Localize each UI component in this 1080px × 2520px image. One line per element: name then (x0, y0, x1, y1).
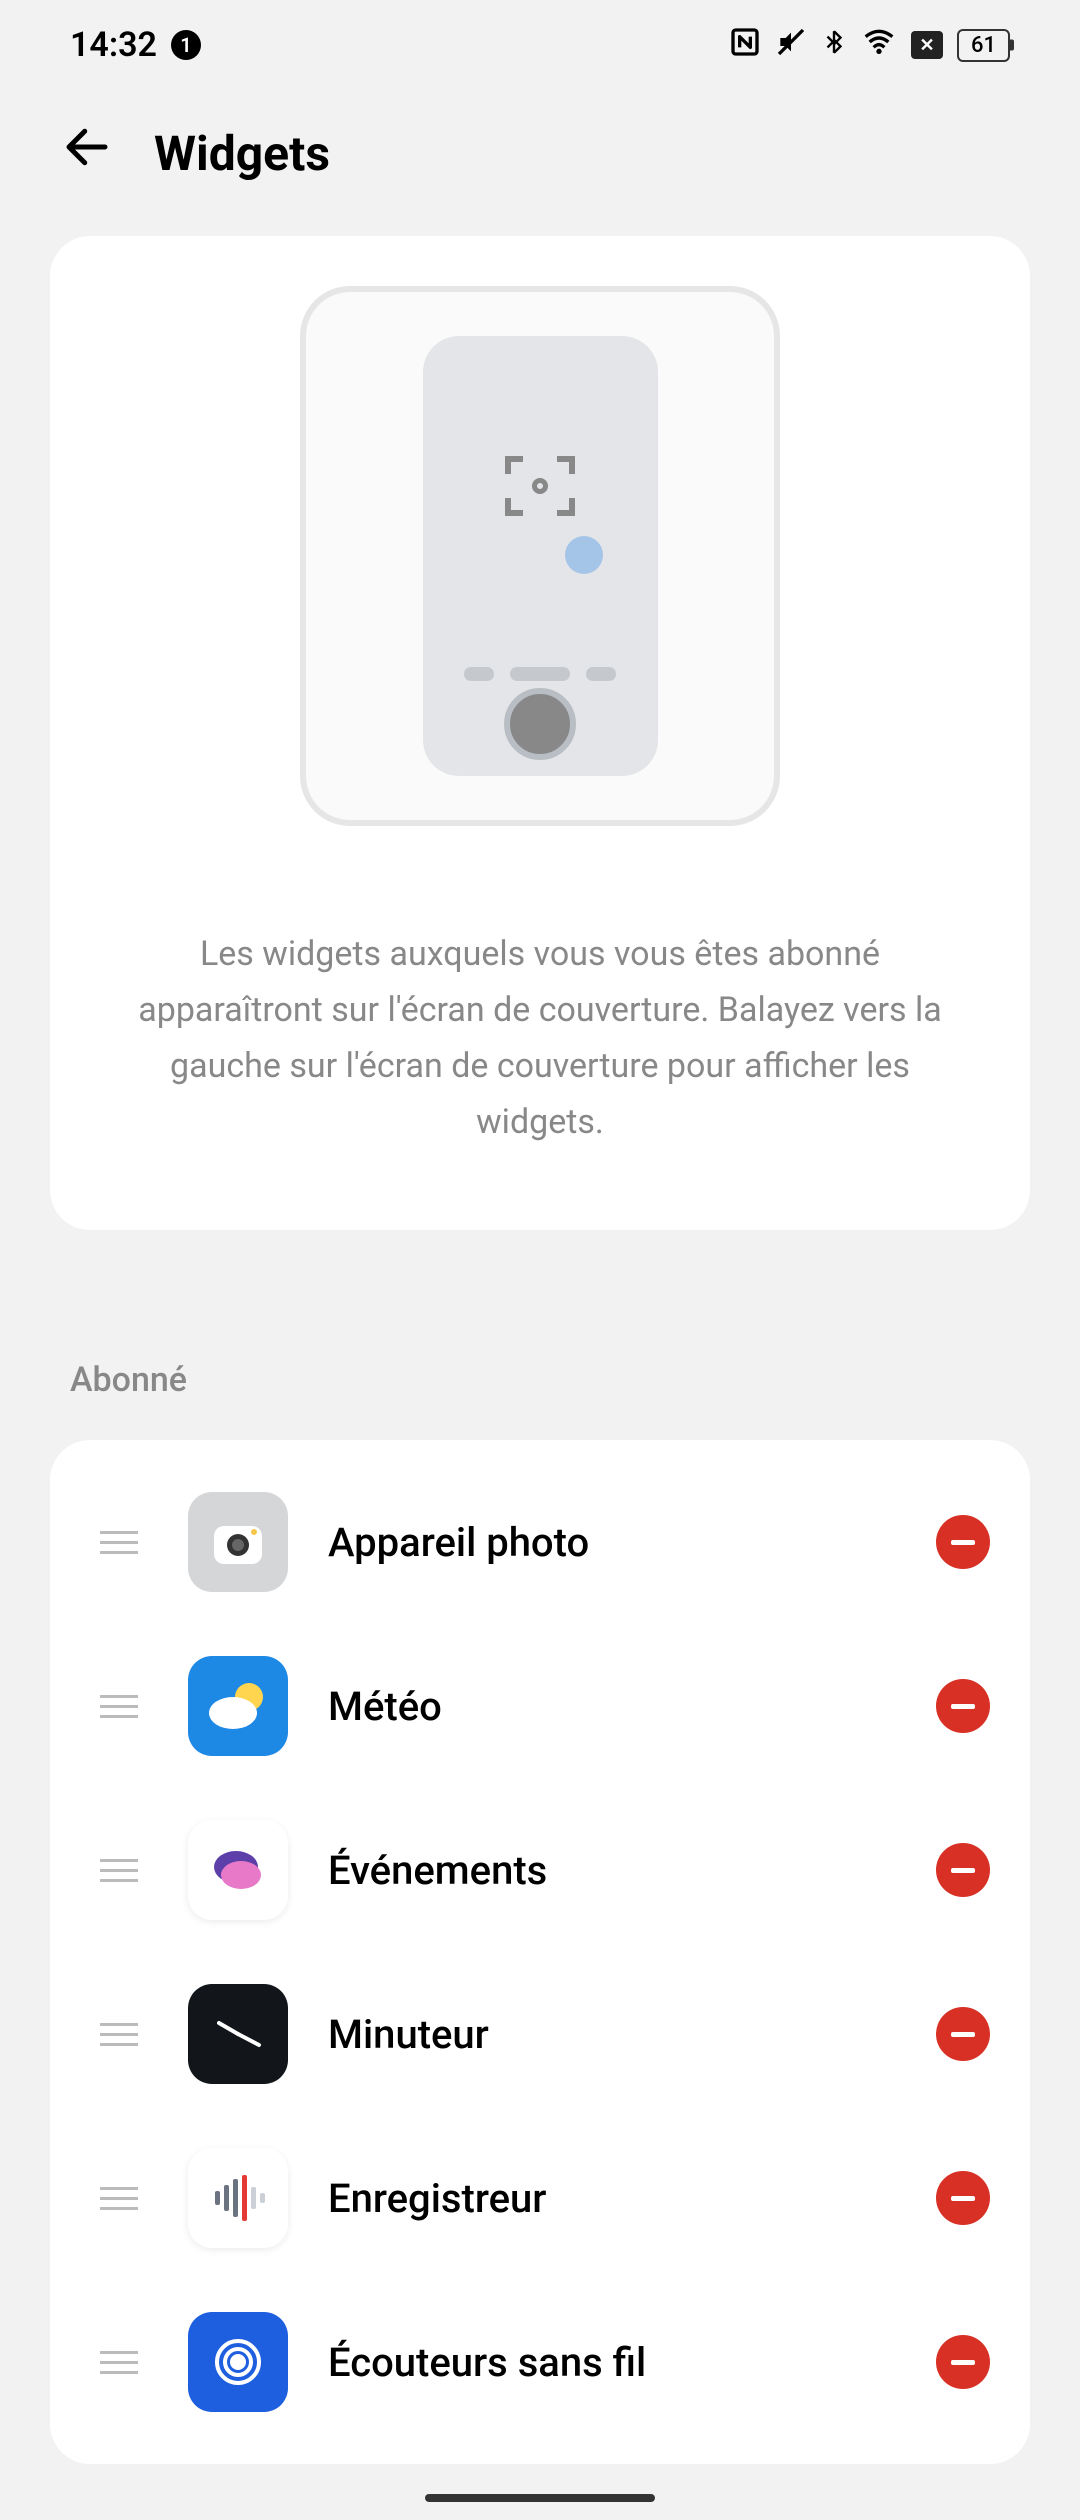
home-button-icon (504, 688, 576, 760)
list-item: Appareil photo (90, 1460, 990, 1624)
list-item: Événements (90, 1788, 990, 1952)
timer-icon (188, 1984, 288, 2084)
notification-badge: 1 (171, 30, 201, 60)
list-item: Enregistreur (90, 2116, 990, 2280)
drag-handle-icon[interactable] (90, 2351, 148, 2374)
remove-button[interactable] (936, 1515, 990, 1569)
drag-handle-icon[interactable] (90, 1695, 148, 1718)
drag-handle-icon[interactable] (90, 2023, 148, 2046)
list-item-label: Enregistreur (328, 2175, 896, 2222)
weather-icon (188, 1656, 288, 1756)
drag-handle-icon[interactable] (90, 2187, 148, 2210)
events-icon (188, 1820, 288, 1920)
back-button[interactable] (60, 120, 114, 186)
drag-handle-icon[interactable] (90, 1859, 148, 1882)
remove-button[interactable] (936, 1843, 990, 1897)
list-item: Minuteur (90, 1952, 990, 2116)
page-title: Widgets (154, 125, 330, 182)
subscribed-list: Appareil photo Météo Événements Minuteur (50, 1440, 1030, 2464)
navigation-handle[interactable] (425, 2494, 655, 2502)
indicator-dot-icon (565, 536, 603, 574)
page-header: Widgets (0, 90, 1080, 236)
cover-screen-preview (300, 286, 780, 826)
viewfinder-icon (505, 456, 575, 516)
recorder-icon (188, 2148, 288, 2248)
list-item-label: Minuteur (328, 2011, 896, 2058)
remove-button[interactable] (936, 2171, 990, 2225)
mute-icon (775, 26, 807, 65)
list-item-label: Météo (328, 1683, 896, 1730)
camera-icon (188, 1492, 288, 1592)
status-bar: 14:32 1 ✕ 61 (0, 0, 1080, 90)
remove-button[interactable] (936, 2335, 990, 2389)
list-item: Météo (90, 1624, 990, 1788)
earbuds-icon (188, 2312, 288, 2412)
subscribed-section-title: Abonné (70, 1360, 1010, 1400)
intro-card: Les widgets auxquels vous vous êtes abon… (50, 236, 1030, 1230)
list-item-label: Écouteurs sans fil (328, 2339, 896, 2386)
list-item-label: Appareil photo (328, 1519, 896, 1566)
remove-button[interactable] (936, 1679, 990, 1733)
status-time: 14:32 (70, 25, 157, 65)
intro-description: Les widgets auxquels vous vous êtes abon… (110, 926, 970, 1150)
bluetooth-icon (821, 26, 847, 65)
list-item-label: Événements (328, 1847, 896, 1894)
wifi-icon (861, 26, 897, 65)
data-block-icon: ✕ (911, 31, 943, 59)
drag-handle-icon[interactable] (90, 1531, 148, 1554)
list-item: Écouteurs sans fil (90, 2280, 990, 2444)
battery-indicator: 61 (957, 29, 1010, 62)
nfc-icon (729, 26, 761, 65)
remove-button[interactable] (936, 2007, 990, 2061)
